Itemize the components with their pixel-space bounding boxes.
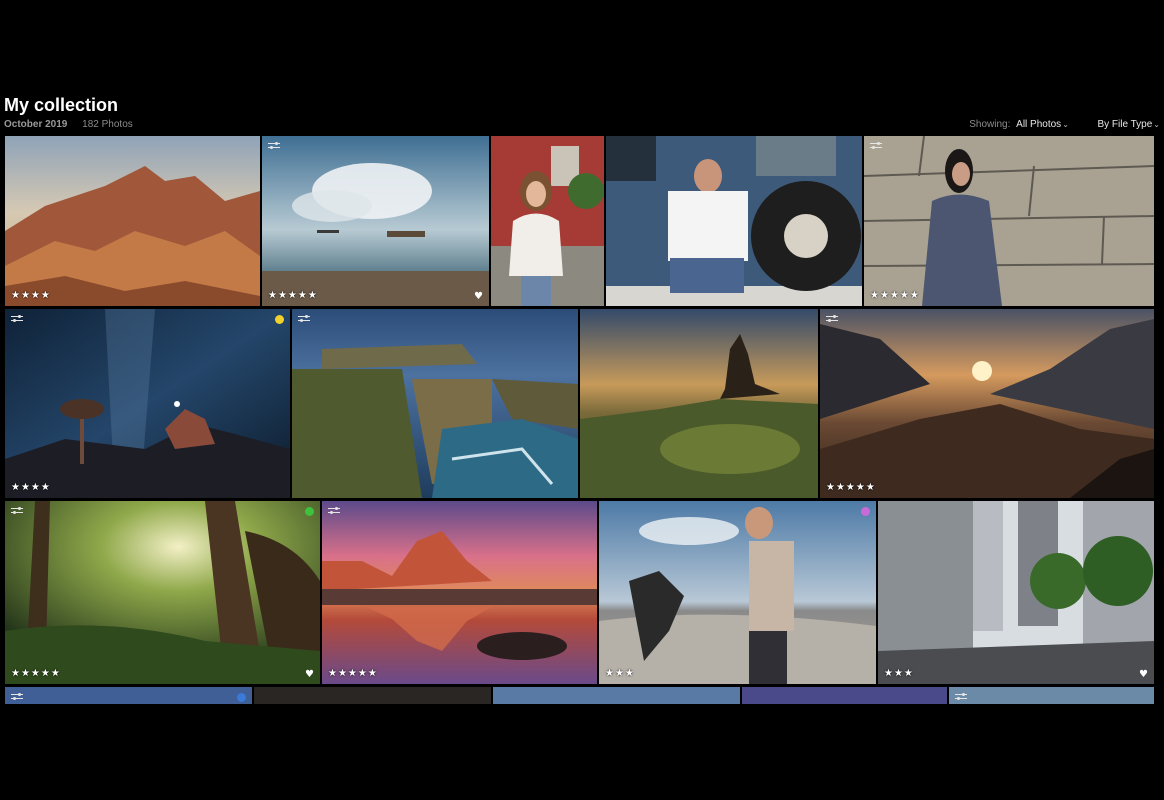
color-label-dot	[275, 315, 284, 324]
rating-stars[interactable]: ★★★★★	[870, 290, 920, 301]
adjustments-icon	[826, 314, 838, 323]
adjustments-icon	[955, 692, 967, 701]
color-label-dot	[861, 507, 870, 516]
photo-tile-mountain-reflection[interactable]: ★★★★★	[322, 501, 597, 684]
color-label-dot	[305, 507, 314, 516]
photo-tile-seascape-boats[interactable]: ★★★★★ ♥	[262, 136, 489, 306]
adjustments-icon	[870, 141, 882, 150]
photo-tile-milky-way-tree[interactable]: ★★★★	[5, 309, 290, 498]
photo-tile-woman-stone-wall[interactable]: ★★★★★	[864, 136, 1154, 306]
photo-image	[262, 136, 489, 306]
photo-tile-partial[interactable]	[5, 687, 252, 704]
photo-tile-sea-cliffs[interactable]	[292, 309, 578, 498]
photo-count: 182 Photos	[82, 119, 133, 130]
photo-tile-desert-rocks[interactable]: ★★★★	[5, 136, 260, 306]
photo-tile-woman-barn[interactable]	[491, 136, 604, 306]
adjustments-icon	[328, 506, 340, 515]
photo-image	[292, 309, 578, 498]
photo-image	[820, 309, 1154, 498]
photo-tile-city-street[interactable]: ★★★ ♥	[878, 501, 1154, 684]
sort-value[interactable]: By File Type	[1097, 119, 1152, 130]
page-title: My collection	[4, 95, 119, 115]
photo-image	[5, 501, 320, 684]
collection-header: My collection October 2019 182 Photos Sh…	[0, 92, 1164, 136]
showing-value[interactable]: All Photos	[1016, 119, 1061, 130]
photo-tile-man-van[interactable]	[606, 136, 862, 306]
rating-stars[interactable]: ★★★	[605, 668, 635, 679]
rating-stars[interactable]: ★★★★★	[328, 668, 378, 679]
color-label-dot	[237, 693, 246, 702]
photo-image	[599, 501, 876, 684]
adjustments-icon	[11, 506, 23, 515]
photo-image	[5, 136, 260, 306]
heart-icon[interactable]: ♥	[1139, 669, 1148, 680]
chevron-down-icon: ⌄	[1062, 120, 1069, 129]
photo-image	[864, 136, 1154, 306]
rating-stars[interactable]: ★★★	[884, 668, 914, 679]
rating-stars[interactable]: ★★★★★	[268, 290, 318, 301]
photo-image	[878, 501, 1154, 684]
photo-image	[606, 136, 862, 306]
photo-image	[491, 136, 604, 306]
photo-tile-rock-spire[interactable]	[580, 309, 818, 498]
photo-tile-partial[interactable]	[254, 687, 491, 704]
showing-label: Showing:	[969, 119, 1011, 130]
photo-tile-partial[interactable]	[949, 687, 1154, 704]
heart-icon[interactable]: ♥	[305, 669, 314, 680]
rating-stars[interactable]: ★★★★	[11, 290, 51, 301]
heart-icon[interactable]: ♥	[474, 291, 483, 302]
collection-date: October 2019	[4, 119, 68, 130]
chevron-down-icon: ⌄	[1153, 120, 1160, 129]
collection-subtitle: October 2019 182 Photos	[4, 119, 133, 130]
photo-tile-forest-light[interactable]: ★★★★★ ♥	[5, 501, 320, 684]
adjustments-icon	[11, 692, 23, 701]
sort-dropdown[interactable]: By File Type⌄	[1094, 119, 1160, 130]
photo-tile-partial[interactable]	[742, 687, 947, 704]
photo-image	[322, 501, 597, 684]
photo-tile-skateboarders[interactable]: ★★★	[599, 501, 876, 684]
adjustments-icon	[268, 141, 280, 150]
photo-tile-partial[interactable]	[493, 687, 740, 704]
rating-stars[interactable]: ★★★★★	[11, 668, 61, 679]
photo-image	[5, 309, 290, 498]
adjustments-icon	[298, 314, 310, 323]
showing-dropdown[interactable]: All Photos⌄	[1013, 119, 1069, 130]
photo-tile-mountain-sunset[interactable]: ★★★★★	[820, 309, 1154, 498]
rating-stars[interactable]: ★★★★★	[826, 482, 876, 493]
rating-stars[interactable]: ★★★★	[11, 482, 51, 493]
filter-bar: Showing: All Photos⌄ By File Type⌄	[969, 119, 1160, 130]
adjustments-icon	[11, 314, 23, 323]
photo-image	[580, 309, 818, 498]
